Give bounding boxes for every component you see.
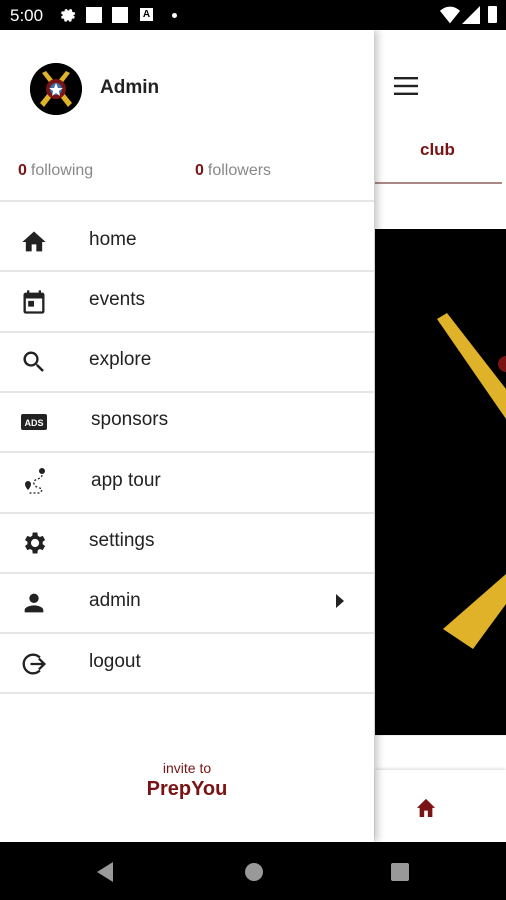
dot-icon xyxy=(172,13,177,18)
recents-icon[interactable] xyxy=(391,863,409,881)
invite-section[interactable]: invite to PrepYou xyxy=(0,760,374,801)
status-time: 5:00 xyxy=(10,6,44,25)
a-box-icon: A xyxy=(140,8,153,21)
navigation-drawer: Admin 0 following 0 followers home events … xyxy=(0,30,374,842)
person-icon xyxy=(24,593,44,613)
menu-item-label: home xyxy=(89,229,137,250)
calendar-icon xyxy=(23,290,45,314)
home-circle-icon[interactable] xyxy=(244,862,264,882)
tab-indicator xyxy=(375,182,502,184)
menu-item-label: events xyxy=(89,289,145,310)
search-icon xyxy=(23,351,44,372)
menu-item-admin[interactable]: admin xyxy=(0,572,374,632)
invite-brand: PrepYou xyxy=(146,778,228,800)
signal-icon xyxy=(462,6,480,24)
map-route-icon xyxy=(25,468,45,494)
menu-item-label: app tour xyxy=(91,470,161,491)
wifi-icon xyxy=(440,6,460,24)
following-count[interactable]: 0 following xyxy=(18,162,93,180)
following-label: following xyxy=(30,162,94,179)
gear-icon xyxy=(25,532,46,554)
menu-item-label: settings xyxy=(89,530,155,551)
status-bar: 5:00 A xyxy=(0,0,506,30)
divider xyxy=(0,692,374,694)
home-icon xyxy=(22,231,46,252)
tab-club[interactable]: club xyxy=(420,140,455,160)
followers-count[interactable]: 0 followers xyxy=(195,162,271,180)
system-nav-bar xyxy=(0,842,506,900)
hamburger-icon[interactable] xyxy=(394,76,418,96)
menu-item-app-tour[interactable]: app tour xyxy=(0,452,374,512)
menu-item-settings[interactable]: settings xyxy=(0,512,374,572)
menu-item-sponsors[interactable]: ADS sponsors xyxy=(0,391,374,451)
caret-right-icon[interactable] xyxy=(334,593,346,609)
menu-item-events[interactable]: events xyxy=(0,271,374,331)
followers-number: 0 xyxy=(195,162,204,179)
menu-item-logout[interactable]: logout xyxy=(0,633,374,693)
svg-text:ADS: ADS xyxy=(24,418,43,428)
square-icon xyxy=(86,7,102,23)
menu-item-home[interactable]: home xyxy=(0,211,374,271)
menu-item-explore[interactable]: explore xyxy=(0,331,374,391)
avatar[interactable] xyxy=(30,63,82,115)
profile-name: Admin xyxy=(100,77,160,98)
crossed-rifles-graphic xyxy=(430,313,506,649)
home-icon[interactable] xyxy=(415,797,437,817)
menu-item-label: sponsors xyxy=(91,409,169,430)
menu-item-label: logout xyxy=(89,651,141,672)
menu-item-label: admin xyxy=(89,590,141,611)
background-app: club xyxy=(375,30,506,842)
battery-icon xyxy=(488,6,497,23)
bottom-nav xyxy=(375,770,506,842)
invite-label: invite to xyxy=(162,760,212,776)
square-icon xyxy=(112,7,128,23)
menu-item-label: explore xyxy=(89,349,152,370)
club-banner-image xyxy=(375,229,506,735)
following-number: 0 xyxy=(18,162,27,179)
gear-icon xyxy=(61,8,76,22)
followers-label: followers xyxy=(207,162,272,179)
profile-header: Admin 0 following 0 followers xyxy=(0,30,374,202)
back-icon[interactable] xyxy=(97,862,115,882)
divider xyxy=(0,200,374,202)
logout-icon xyxy=(22,653,47,675)
ads-icon: ADS xyxy=(21,414,47,430)
